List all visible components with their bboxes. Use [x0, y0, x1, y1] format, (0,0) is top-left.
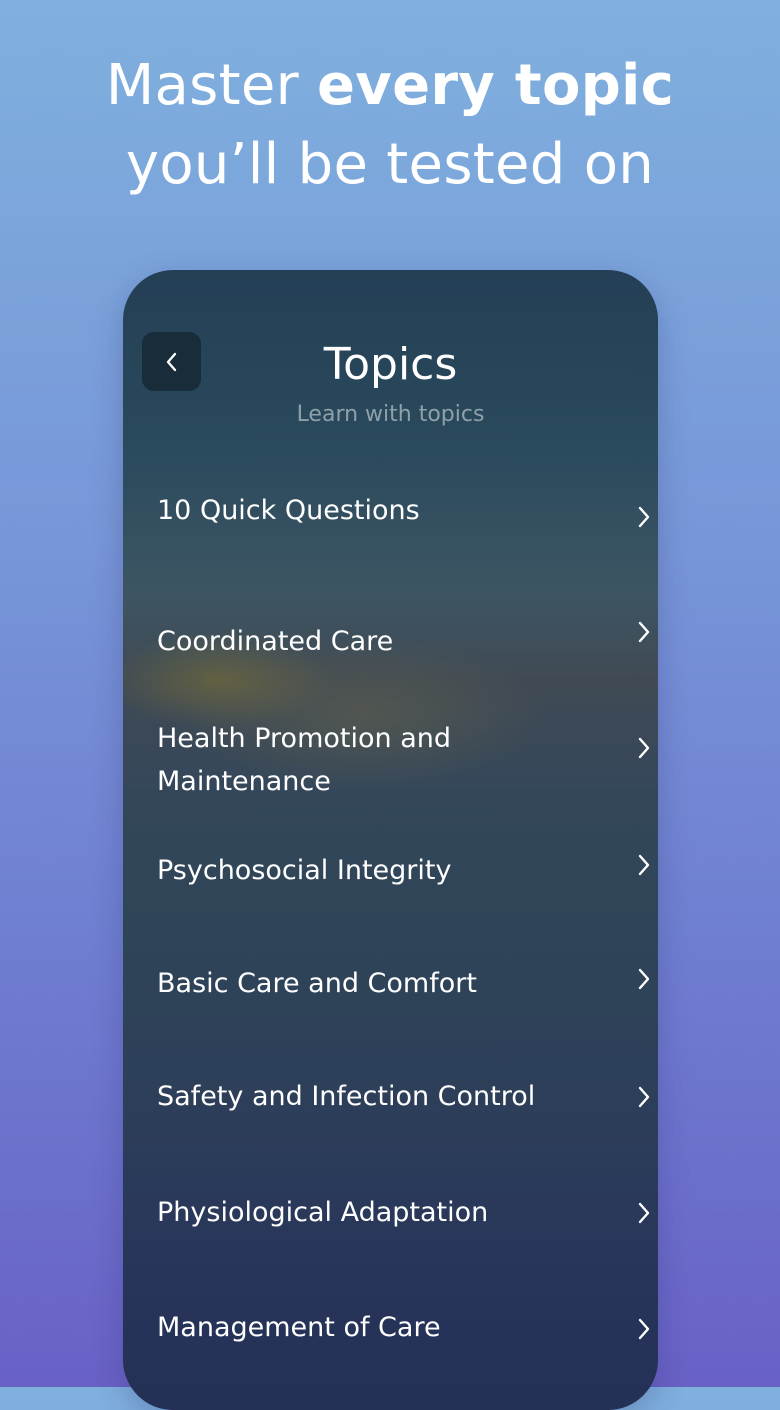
topic-item-safety-infection[interactable]: Safety and Infection Control	[157, 1075, 650, 1118]
headline: Master every topic you’ll be tested on	[0, 46, 780, 204]
screen-title: Topics	[323, 339, 458, 390]
phone-screen: Topics Learn with topics 10 Quick Questi…	[123, 270, 658, 1410]
topic-item-management-of-care[interactable]: Management of Care	[157, 1306, 650, 1349]
headline-line-1: Master every topic	[0, 46, 780, 125]
topic-label: Health Promotion and Maintenance	[157, 723, 451, 797]
headline-line-2: you’ll be tested on	[125, 132, 655, 197]
chevron-right-icon	[638, 854, 650, 876]
topic-item-health-promotion[interactable]: Health Promotion and Maintenance	[157, 717, 650, 803]
topic-label: Safety and Infection Control	[157, 1081, 536, 1112]
chevron-right-icon	[638, 506, 650, 528]
topic-item-physiological-adaptation[interactable]: Physiological Adaptation	[157, 1191, 650, 1234]
topic-item-quick-questions[interactable]: 10 Quick Questions	[157, 489, 650, 532]
topic-label: Coordinated Care	[157, 626, 394, 657]
topic-label: Physiological Adaptation	[157, 1197, 489, 1228]
chevron-right-icon	[638, 1086, 650, 1108]
headline-regular: Master	[105, 53, 318, 118]
chevron-right-icon	[638, 1202, 650, 1224]
topic-label: 10 Quick Questions	[157, 495, 420, 526]
topic-label: Management of Care	[157, 1312, 441, 1343]
screen-subtitle: Learn with topics	[296, 402, 485, 427]
headline-bold: every topic	[317, 53, 675, 118]
chevron-right-icon	[638, 737, 650, 759]
topic-label: Psychosocial Integrity	[157, 855, 452, 886]
chevron-right-icon	[638, 1318, 650, 1340]
topic-item-basic-care[interactable]: Basic Care and Comfort	[157, 962, 650, 1005]
topic-label: Basic Care and Comfort	[157, 968, 477, 999]
topic-item-psychosocial-integrity[interactable]: Psychosocial Integrity	[157, 849, 650, 892]
chevron-right-icon	[638, 968, 650, 990]
topic-item-coordinated-care[interactable]: Coordinated Care	[157, 620, 650, 663]
chevron-right-icon	[638, 621, 650, 643]
